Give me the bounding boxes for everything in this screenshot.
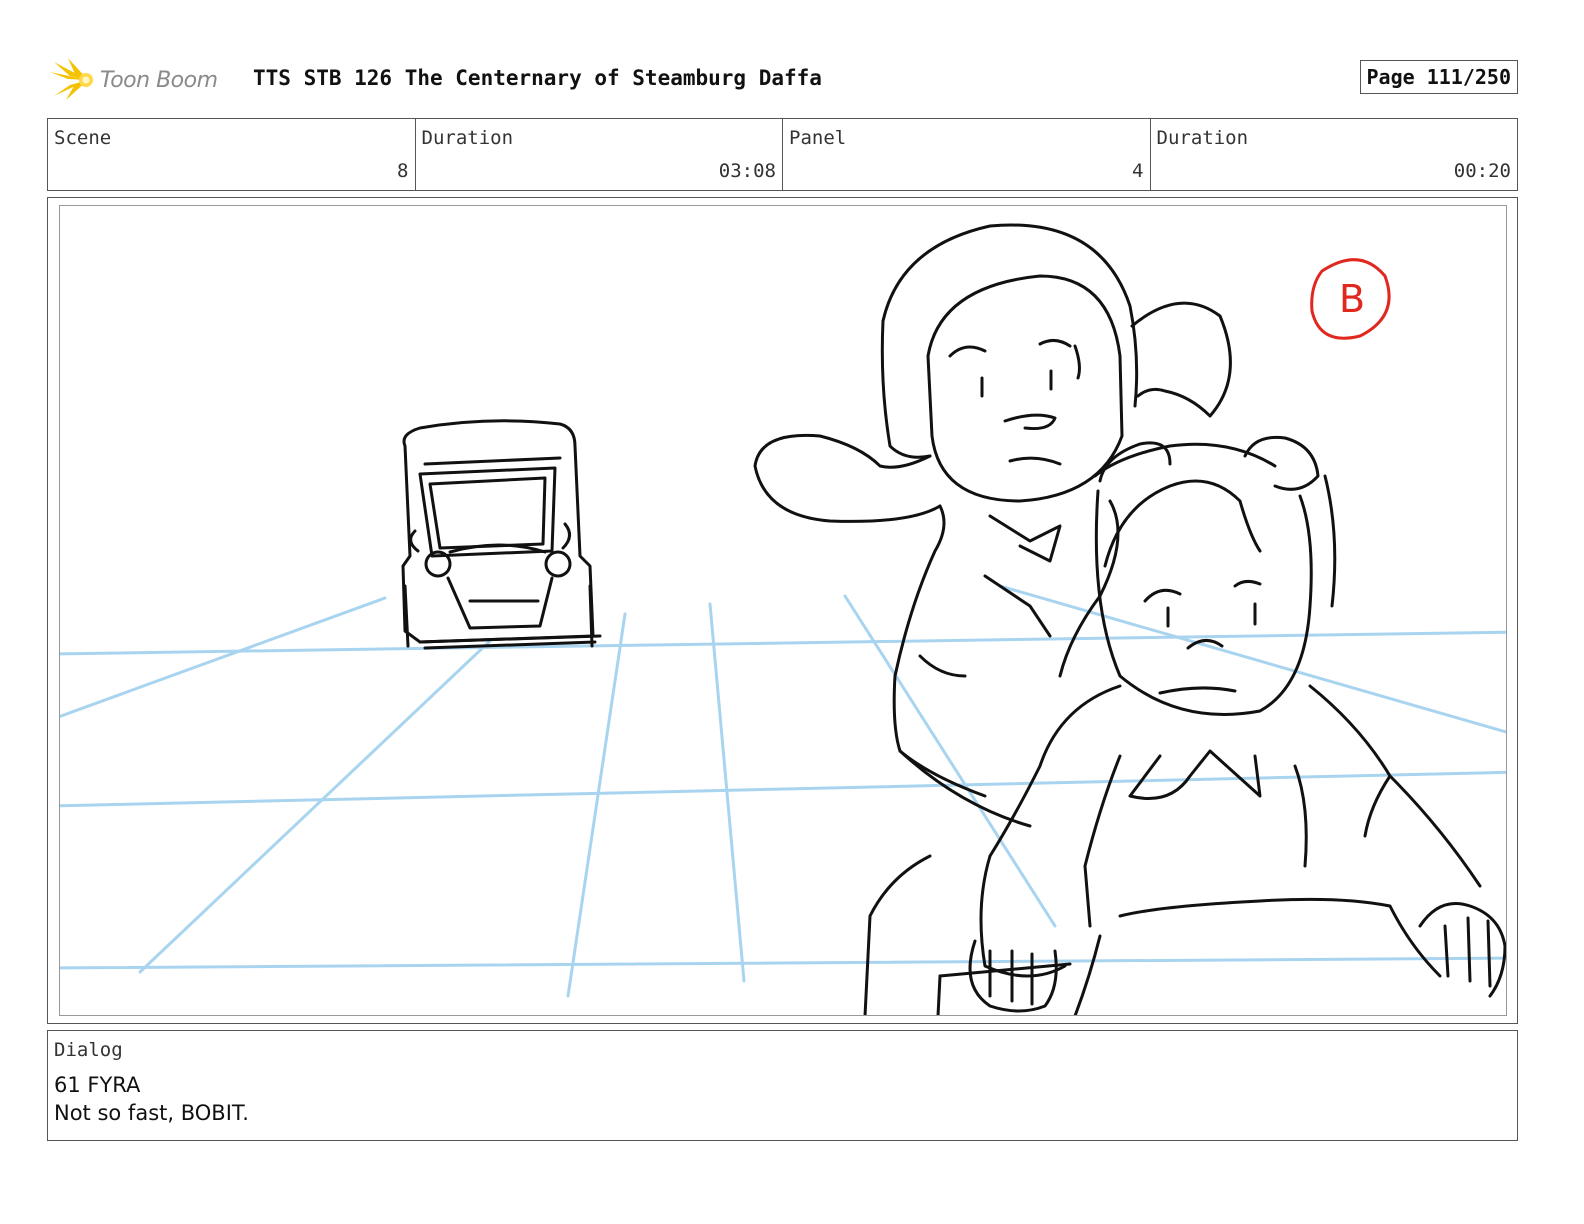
character-back-sketch xyxy=(753,223,1232,1015)
dialog-label: Dialog xyxy=(54,1039,123,1061)
panel-marker: B xyxy=(1310,258,1391,340)
page-header: Toon Boom TTS STB 126 The Centernary of … xyxy=(48,52,1520,108)
scene-duration-cell: Duration 03:08 xyxy=(416,119,783,190)
dialog-line: Not so fast, BOBIT. xyxy=(54,1101,249,1125)
panel-value: 4 xyxy=(1132,160,1144,182)
scene-info-row: Scene 8 Duration 03:08 Panel 4 Duration … xyxy=(47,118,1518,191)
character-front-sketch xyxy=(936,435,1506,1015)
panel-duration-label: Duration xyxy=(1156,127,1249,149)
scene-duration-label: Duration xyxy=(421,127,514,149)
scene-value: 8 xyxy=(397,160,409,182)
page-number: Page 111/250 xyxy=(1359,60,1518,94)
panel-sketch: B xyxy=(60,223,1506,1015)
dialog-line: 61 FYRA xyxy=(54,1073,141,1097)
panel-cell: Panel 4 xyxy=(783,119,1151,190)
scene-cell: Scene 8 xyxy=(48,119,416,190)
document-title: TTS STB 126 The Centernary of Steamburg … xyxy=(253,66,822,90)
storyboard-panel-image: B xyxy=(59,205,1507,1016)
toon-boom-logo: Toon Boom xyxy=(48,58,218,102)
panel-label: Panel xyxy=(789,127,847,149)
logo-text: Toon Boom xyxy=(100,67,218,93)
car-sketch xyxy=(401,419,602,650)
scene-duration-value: 03:08 xyxy=(718,160,776,182)
panel-duration-cell: Duration 00:20 xyxy=(1151,119,1518,190)
starburst-icon xyxy=(50,58,93,100)
storyboard-panel-frame: B xyxy=(47,197,1518,1024)
marker-letter: B xyxy=(1339,277,1365,321)
dialog-text: 61 FYRA Not so fast, BOBIT. xyxy=(54,1071,249,1127)
scene-label: Scene xyxy=(54,127,112,149)
panel-duration-value: 00:20 xyxy=(1453,160,1511,182)
perspective-guides xyxy=(60,584,1506,998)
dialog-box: Dialog 61 FYRA Not so fast, BOBIT. xyxy=(47,1030,1518,1141)
